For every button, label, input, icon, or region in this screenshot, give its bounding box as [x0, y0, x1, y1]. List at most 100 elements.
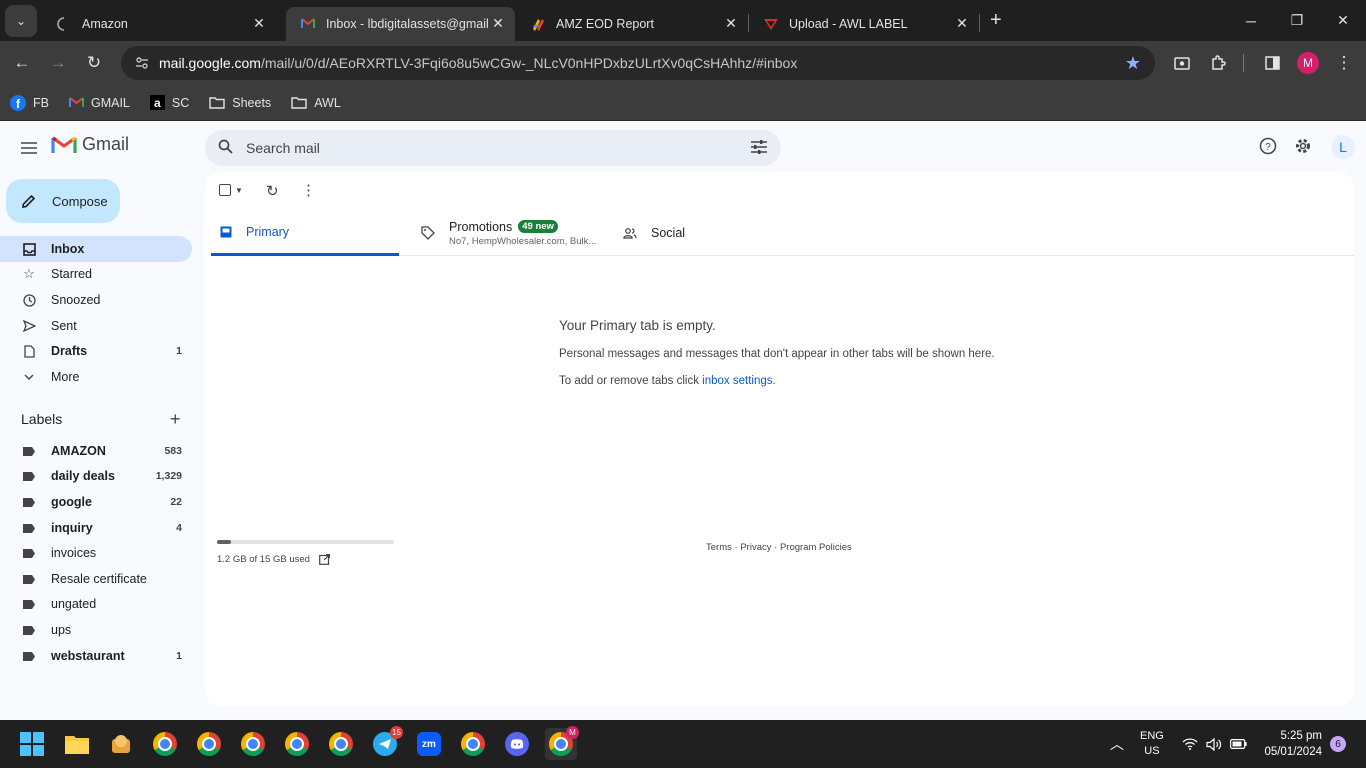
sidebar-item-more[interactable]: More — [0, 364, 192, 390]
label-item-ungated[interactable]: ungated — [0, 591, 192, 617]
notifications-badge[interactable]: 6 — [1330, 720, 1346, 768]
folder-icon — [209, 96, 225, 109]
show-hidden-icons-chevron-up-icon[interactable]: ︿ — [1110, 720, 1124, 768]
zoom-icon[interactable]: zm — [413, 728, 445, 760]
cast-icon[interactable] — [1164, 45, 1200, 81]
browser-tab-amazon[interactable]: Amazon ✕ — [42, 7, 276, 41]
privacy-link[interactable]: Privacy — [740, 542, 771, 553]
checkbox-icon — [219, 184, 231, 196]
tab-search-button[interactable]: ⌄ — [5, 4, 37, 37]
sidebar-item-inbox[interactable]: Inbox — [0, 236, 192, 262]
browser-tab-upload-awl[interactable]: Upload - AWL LABEL ✕ — [749, 7, 979, 41]
chrome-icon[interactable] — [193, 728, 225, 760]
language-indicator[interactable]: ENG US — [1140, 720, 1164, 768]
chrome-icon[interactable] — [281, 728, 313, 760]
telegram-icon[interactable]: 15 — [369, 726, 403, 760]
label-item-resale-certificate[interactable]: Resale certificate — [0, 566, 192, 592]
drafts-count: 1 — [176, 345, 182, 357]
empty-settings-hint: To add or remove tabs click inbox settin… — [559, 375, 776, 387]
tab-promotions[interactable]: Promotions 49 new No7, HempWholesaler.co… — [421, 210, 611, 256]
clock[interactable]: 5:25 pm 05/01/2024 — [1262, 720, 1322, 768]
bookmark-folder-sheets[interactable]: Sheets — [209, 96, 271, 110]
windows-start-icon[interactable] — [16, 728, 48, 760]
label-item-inquiry[interactable]: inquiry 4 — [0, 515, 192, 541]
more-options-icon[interactable]: ⋮ — [301, 181, 316, 199]
storage-usage: 1.2 GB of 15 GB used — [217, 540, 394, 565]
inbox-settings-link[interactable]: inbox settings — [702, 375, 772, 387]
bookmark-sc[interactable]: a SC — [149, 95, 189, 110]
account-avatar[interactable]: L — [1331, 135, 1355, 159]
file-explorer-icon[interactable] — [61, 728, 93, 760]
promotions-snippet: No7, HempWholesaler.com, Bulk... — [449, 235, 597, 247]
send-icon — [22, 319, 36, 333]
new-tab-plus-icon[interactable]: + — [990, 9, 1002, 32]
close-tab-icon[interactable]: ✕ — [722, 15, 740, 32]
chrome-icon[interactable] — [325, 728, 357, 760]
volume-icon[interactable] — [1206, 720, 1222, 768]
chrome-icon[interactable] — [457, 728, 489, 760]
label-item-webstaurant[interactable]: webstaurant 1 — [0, 643, 192, 669]
program-policies-link[interactable]: Program Policies — [780, 542, 852, 553]
tab-social[interactable]: Social — [623, 210, 783, 256]
close-tab-icon[interactable]: ✕ — [953, 15, 971, 32]
address-bar[interactable]: mail.google.com/mail/u/0/d/AEoRXRTLV-3Fq… — [121, 46, 1155, 80]
site-info-icon[interactable] — [135, 56, 149, 70]
side-panel-icon[interactable] — [1254, 45, 1290, 81]
bookmark-fb[interactable]: f FB — [10, 94, 49, 111]
label-item-google[interactable]: google 22 — [0, 489, 192, 515]
kebab-menu-icon[interactable]: ⋮ — [1326, 45, 1362, 81]
label-item-ups[interactable]: ups — [0, 617, 192, 643]
chrome-icon[interactable] — [149, 728, 181, 760]
sidebar-item-drafts[interactable]: Drafts 1 — [0, 338, 192, 364]
terms-link[interactable]: Terms — [706, 542, 732, 553]
search-options-icon[interactable] — [751, 139, 767, 157]
windows-taskbar: 15 zm M ︿ ENG US 5:25 pm 05/01/2024 6 — [0, 720, 1366, 768]
profile-avatar[interactable]: M — [1290, 45, 1326, 81]
sidebar-item-starred[interactable]: ☆ Starred — [0, 261, 192, 287]
storage-bar — [217, 540, 394, 544]
open-in-new-icon[interactable] — [319, 554, 330, 565]
browser-tab-amz-eod[interactable]: AMZ EOD Report ✕ — [516, 7, 748, 41]
browser-tab-inbox[interactable]: Inbox - lbdigitalassets@gmail.c ✕ — [286, 6, 515, 41]
chevron-down-icon — [22, 370, 36, 384]
battery-icon[interactable] — [1230, 720, 1247, 768]
discord-icon[interactable] — [501, 728, 533, 760]
forward-arrow-icon[interactable]: → — [40, 45, 76, 81]
extensions-puzzle-icon[interactable] — [1200, 45, 1236, 81]
refresh-icon[interactable]: ↻ — [266, 182, 279, 200]
footer-links: Terms · Privacy · Program Policies — [706, 542, 852, 553]
gmail-icon — [68, 97, 84, 108]
restore-button[interactable]: ❐ — [1274, 0, 1320, 41]
settings-gear-icon[interactable] — [1291, 134, 1315, 158]
label-item-invoices[interactable]: invoices — [0, 540, 192, 566]
search-input[interactable]: Search mail — [246, 140, 751, 156]
minimize-button[interactable]: ─ — [1228, 0, 1274, 41]
back-arrow-icon[interactable]: ← — [4, 45, 40, 81]
tab-primary[interactable]: Primary — [211, 210, 399, 256]
close-window-button[interactable]: ✕ — [1320, 0, 1366, 41]
label-item-daily-deals[interactable]: daily deals 1,329 — [0, 463, 192, 489]
search-icon[interactable] — [218, 139, 233, 157]
help-icon[interactable]: ? — [1256, 134, 1280, 158]
inbox-icon — [220, 226, 232, 238]
bookmark-gmail[interactable]: GMAIL — [68, 96, 130, 110]
close-tab-icon[interactable]: ✕ — [489, 15, 507, 32]
reload-icon[interactable]: ↻ — [76, 45, 112, 81]
select-checkbox[interactable]: ▼ — [219, 184, 243, 196]
compose-button[interactable]: Compose — [6, 179, 120, 223]
tab-title: Upload - AWL LABEL — [789, 16, 908, 31]
app-folder-icon[interactable] — [105, 728, 137, 760]
chrome-icon[interactable] — [237, 728, 269, 760]
create-label-plus-icon[interactable]: + — [170, 409, 181, 430]
wifi-icon[interactable] — [1182, 720, 1198, 768]
chrome-icon-active[interactable]: M — [545, 726, 579, 760]
label-item-amazon[interactable]: AMAZON 583 — [0, 438, 192, 464]
sidebar: Compose Inbox ☆ Starred Snoozed Sent Dra… — [0, 121, 205, 720]
bookmark-star-icon[interactable]: ★ — [1125, 53, 1141, 74]
search-bar[interactable]: Search mail — [205, 130, 781, 166]
sidebar-item-sent[interactable]: Sent — [0, 313, 192, 339]
sidebar-item-snoozed[interactable]: Snoozed — [0, 287, 192, 313]
bookmark-folder-awl[interactable]: AWL — [291, 96, 341, 110]
clock-icon — [22, 293, 36, 307]
close-tab-icon[interactable]: ✕ — [250, 15, 268, 32]
